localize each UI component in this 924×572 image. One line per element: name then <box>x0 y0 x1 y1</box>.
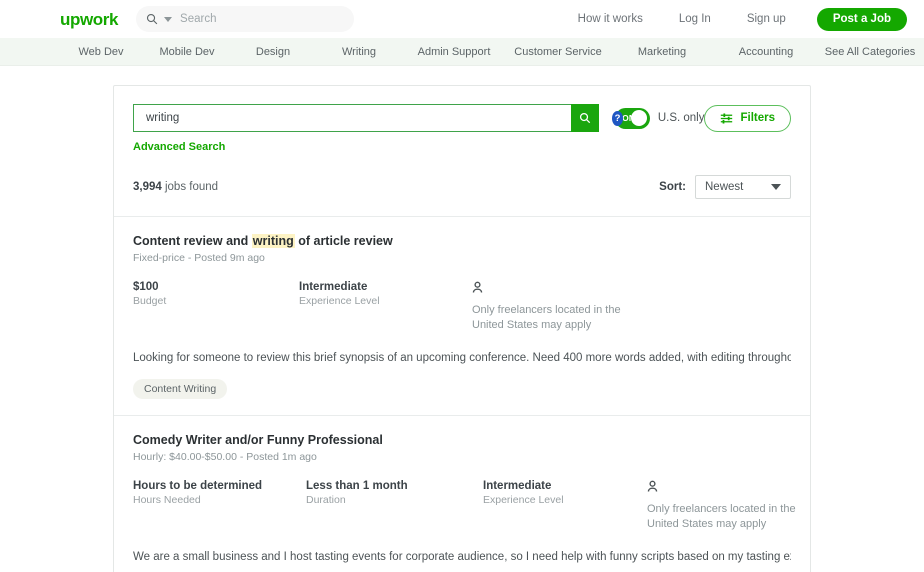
filters-button[interactable]: Filters <box>704 104 791 132</box>
location-pin-icon <box>472 281 622 299</box>
job-attribute: Intermediate Experience Level <box>299 281 472 333</box>
attribute-label: Hours Needed <box>133 494 201 507</box>
category-slot: Mobile Dev <box>144 46 230 58</box>
advanced-search-link[interactable]: Advanced Search <box>133 141 225 153</box>
job-title[interactable]: Comedy Writer and/or Funny Professional <box>133 433 791 447</box>
category-mobile-dev[interactable]: Mobile Dev <box>159 46 214 58</box>
attribute-value: Less than 1 month <box>306 480 408 493</box>
category-slot: Marketing <box>610 46 714 58</box>
attribute-value: Intermediate <box>483 480 552 493</box>
nav-log-in[interactable]: Log In <box>661 13 729 25</box>
header-actions: How it works Log In Sign up Post a Job <box>560 7 907 31</box>
search-submit-button[interactable] <box>571 104 599 132</box>
attribute-label: Budget <box>133 295 167 307</box>
nav-sign-up[interactable]: Sign up <box>729 13 804 25</box>
category-slot: See All Categories <box>818 46 922 58</box>
description-text: Looking for someone to review this brief… <box>133 351 791 364</box>
job-tags: Content Writing <box>133 379 791 400</box>
job-description: Looking for someone to review this brief… <box>133 350 791 367</box>
job-tile[interactable]: Comedy Writer and/or Funny Professional … <box>114 415 810 572</box>
category-slot: Web Dev <box>58 46 144 58</box>
job-location-requirement: Only freelancers located in the United S… <box>647 480 797 532</box>
job-title-after: of article review <box>294 234 393 248</box>
upwork-logo[interactable]: upwork <box>60 11 118 28</box>
job-attribute: Intermediate Experience Level <box>483 480 647 532</box>
attribute-value: Hours to be determined <box>133 480 263 493</box>
search-input[interactable] <box>144 111 561 125</box>
search-panel: ? ON U.S. only Filters Advanced Search <box>114 86 810 216</box>
global-search-box[interactable]: Search <box>136 6 355 32</box>
sort-control: Sort: Newest <box>659 175 791 199</box>
sort-dropdown[interactable]: Newest <box>695 175 791 199</box>
category-slot: Design <box>230 46 316 58</box>
job-attribute: $100 Budget <box>133 281 299 333</box>
jobs-count-suffix: jobs found <box>164 181 219 193</box>
search-icon <box>146 13 158 25</box>
sort-selected-value: Newest <box>705 181 744 193</box>
job-attributes: Hours to be determined Hours Needed Less… <box>133 480 796 532</box>
filters-label: Filters <box>740 112 775 124</box>
sliders-icon <box>721 112 733 124</box>
job-description: We are a small business and I host tasti… <box>133 549 791 566</box>
job-search-field[interactable] <box>133 104 571 132</box>
category-customer-service[interactable]: Customer Service <box>514 46 601 58</box>
category-slot: Admin Support <box>402 46 506 58</box>
job-title-before: Content review and <box>133 234 252 248</box>
category-slot: Writing <box>316 46 402 58</box>
location-text: Only freelancers located in the United S… <box>472 304 621 331</box>
attribute-value: Intermediate <box>299 281 368 293</box>
job-location-requirement: Only freelancers located in the United S… <box>472 281 622 333</box>
job-attributes: $100 Budget Intermediate Experience Leve… <box>133 281 791 333</box>
description-text: We are a small business and I host tasti… <box>133 551 791 564</box>
attribute-label: Experience Level <box>299 295 380 307</box>
location-text: Only freelancers located in the United S… <box>647 503 796 531</box>
category-marketing[interactable]: Marketing <box>638 46 686 58</box>
us-only-label: U.S. only <box>657 112 705 124</box>
job-meta: Fixed-price - Posted 9m ago <box>133 252 265 264</box>
attribute-label: Duration <box>306 494 346 507</box>
help-badge-icon[interactable]: ? <box>612 110 624 126</box>
search-row: ? ON U.S. only Filters <box>133 104 791 132</box>
location-pin-icon <box>647 480 797 498</box>
jobs-found-count: 3,994 jobs found <box>133 181 218 193</box>
job-title-highlight: writing <box>251 234 295 248</box>
category-writing[interactable]: Writing <box>342 46 376 58</box>
chevron-down-icon <box>771 184 781 190</box>
attribute-value: $100 <box>133 281 159 293</box>
category-design[interactable]: Design <box>256 46 290 58</box>
job-tile[interactable]: Content review and writing of article re… <box>114 216 810 415</box>
attribute-label: Experience Level <box>483 494 564 507</box>
jobs-count-number: 3,994 <box>133 181 162 193</box>
job-attribute: Less than 1 month Duration <box>306 480 483 532</box>
page-body: ? ON U.S. only Filters Advanced Search <box>0 66 924 572</box>
job-results-card: ? ON U.S. only Filters Advanced Search <box>113 85 811 572</box>
category-see-all[interactable]: See All Categories <box>825 46 916 58</box>
category-slot: Accounting <box>714 46 818 58</box>
category-accounting[interactable]: Accounting <box>739 46 793 58</box>
category-admin-support[interactable]: Admin Support <box>418 46 491 58</box>
top-header: upwork Search How it works Log In Sign u… <box>0 0 924 38</box>
job-attribute: Hours to be determined Hours Needed <box>133 480 306 532</box>
job-title[interactable]: Content review and writing of article re… <box>133 234 791 248</box>
category-slot: Customer Service <box>506 46 610 58</box>
job-meta: Hourly: $40.00-$50.00 - Posted 1m ago <box>133 451 317 464</box>
category-web-dev[interactable]: Web Dev <box>78 46 123 58</box>
chevron-down-icon[interactable] <box>164 16 173 22</box>
sort-label: Sort: <box>659 181 686 193</box>
toggle-knob <box>630 110 647 126</box>
nav-how-it-works[interactable]: How it works <box>560 13 661 25</box>
post-a-job-button[interactable]: Post a Job <box>816 7 907 31</box>
job-title-before: Comedy Writer and/or Funny Professional <box>133 433 383 448</box>
job-tag[interactable]: Content Writing <box>133 379 228 400</box>
search-icon <box>579 112 591 124</box>
category-nav: Web Dev Mobile Dev Design Writing Admin … <box>0 38 924 66</box>
global-search-placeholder: Search <box>180 13 217 25</box>
results-summary-row: 3,994 jobs found Sort: Newest <box>133 175 791 216</box>
